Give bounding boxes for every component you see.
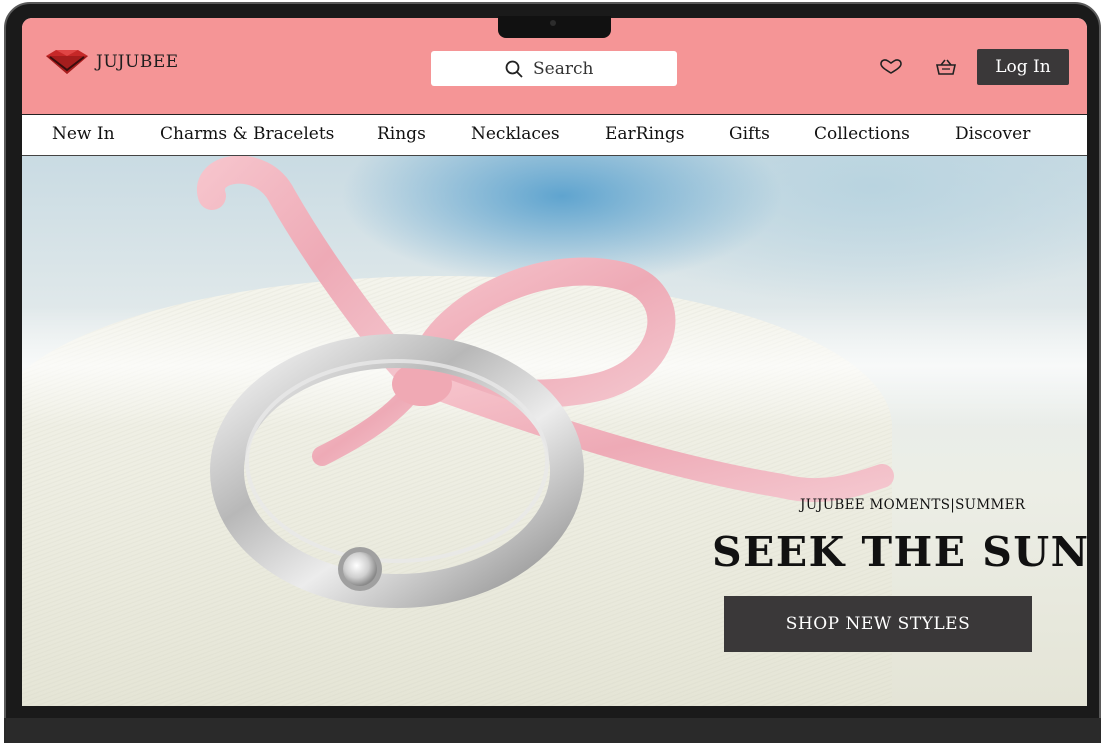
wishlist-button[interactable] <box>878 56 904 78</box>
login-button[interactable]: Log In <box>977 49 1069 85</box>
nav-item-collections[interactable]: Collections <box>814 124 910 144</box>
screen: JUJUBEE Log In New In <box>22 18 1087 706</box>
nav-item-discover[interactable]: Discover <box>955 124 1030 144</box>
camera-icon <box>550 20 556 26</box>
search-bar[interactable] <box>431 51 677 86</box>
nav-item-earrings[interactable]: EarRings <box>605 124 684 144</box>
nav-item-gifts[interactable]: Gifts <box>729 124 770 144</box>
shop-new-styles-button[interactable]: SHOP NEW STYLES <box>724 596 1032 652</box>
search-icon <box>505 60 523 78</box>
main-nav: New In Charms & Bracelets Rings Necklace… <box>22 114 1087 156</box>
camera-notch <box>498 16 611 38</box>
search-input[interactable] <box>533 58 603 79</box>
nav-item-necklaces[interactable]: Necklaces <box>471 124 560 144</box>
diamond-icon <box>46 50 88 74</box>
nav-item-charms-bracelets[interactable]: Charms & Bracelets <box>160 124 334 144</box>
hero-title: SEEK THE SUN <box>712 528 1087 576</box>
hero-banner: JUJUBEE MOMENTS|SUMMER SEEK THE SUN SHOP… <box>22 156 1087 706</box>
laptop-base <box>4 718 1101 743</box>
nav-item-new-in[interactable]: New In <box>52 124 115 144</box>
brand-logo[interactable]: JUJUBEE <box>46 50 179 74</box>
brand-name: JUJUBEE <box>96 52 179 72</box>
nav-item-rings[interactable]: Rings <box>377 124 426 144</box>
heart-icon <box>880 59 902 74</box>
basket-icon <box>936 59 956 75</box>
cart-button[interactable] <box>934 56 958 78</box>
hero-eyebrow: JUJUBEE MOMENTS|SUMMER <box>800 497 1026 513</box>
